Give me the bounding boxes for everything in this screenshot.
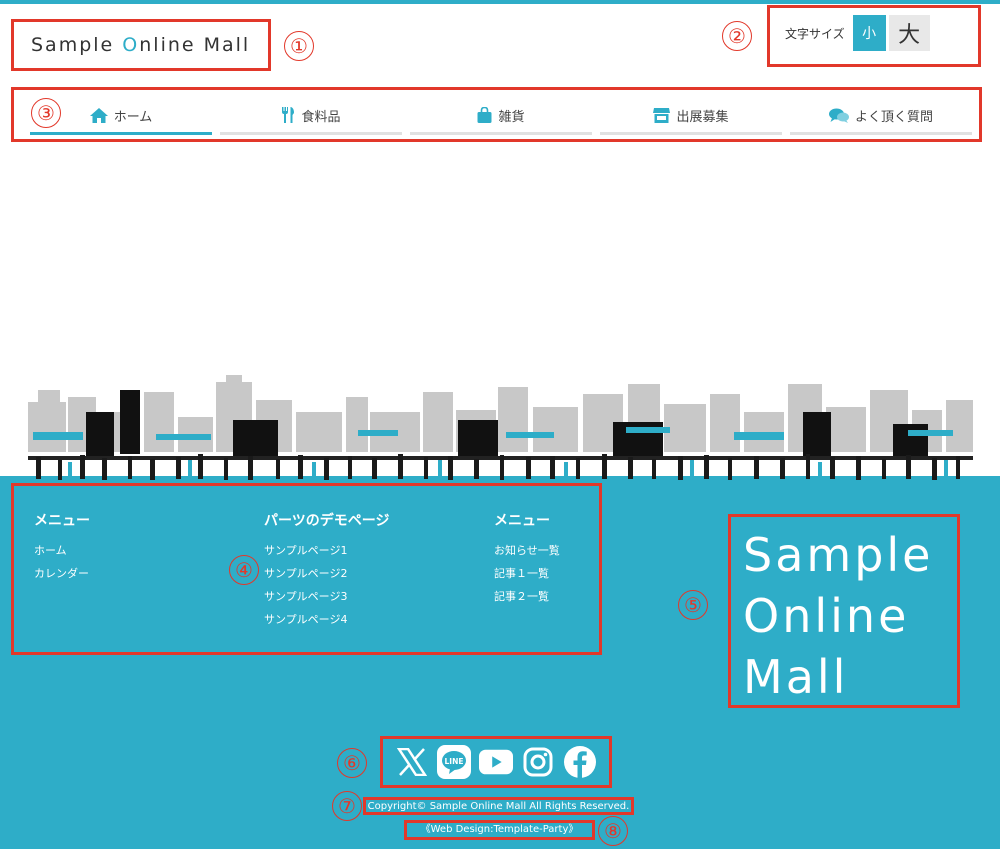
bag-icon	[477, 107, 492, 123]
fork-knife-icon	[282, 107, 295, 123]
annotation-marker-6: ⑥	[337, 748, 367, 778]
annotation-marker-5: ⑤	[678, 590, 708, 620]
instagram-icon[interactable]	[521, 745, 555, 779]
site-logo[interactable]: Sample Online Mall	[11, 19, 271, 71]
copyright-text: Copyright© Sample Online Mall All Rights…	[367, 801, 630, 812]
font-size-small-button[interactable]: 小	[852, 15, 886, 51]
annotation-marker-3: ③	[31, 98, 61, 128]
footer-link-sample-4[interactable]: サンプルページ4	[264, 613, 389, 626]
footer-link-home[interactable]: ホーム	[34, 544, 90, 557]
nav-label: よく頂く質問	[854, 109, 933, 125]
shop-icon	[653, 107, 671, 123]
footer-link-news[interactable]: お知らせ一覧	[494, 544, 560, 557]
annotation-marker-7: ⑦	[332, 791, 362, 821]
font-size-large-button[interactable]: 大	[888, 15, 930, 51]
footer-logo-text: Sample Online Mall	[743, 528, 934, 704]
sns-links: LINE	[380, 736, 612, 788]
footer-menu-column-2: パーツのデモページ サンプルページ1 サンプルページ2 サンプルページ3 サンプ…	[264, 510, 389, 636]
nav-item-food[interactable]: 食料品	[220, 98, 402, 135]
design-credit[interactable]: 《Web Design:Template-Party》	[404, 820, 595, 840]
x-icon[interactable]	[395, 745, 429, 779]
copyright: Copyright© Sample Online Mall All Rights…	[363, 797, 634, 815]
footer-link-calendar[interactable]: カレンダー	[34, 567, 90, 580]
font-size-switcher: 文字サイズ 小 大	[767, 5, 981, 67]
nav-label: 雑貨	[498, 109, 525, 125]
annotation-marker-2: ②	[722, 21, 752, 51]
design-credit-text: 《Web Design:Template-Party》	[420, 824, 579, 835]
footer-link-sample-1[interactable]: サンプルページ1	[264, 544, 389, 557]
nav-item-exhibit[interactable]: 出展募集	[600, 98, 782, 135]
footer-link-sample-2[interactable]: サンプルページ2	[264, 567, 389, 580]
line-icon-text: LINE	[445, 757, 464, 766]
facebook-icon[interactable]	[563, 745, 597, 779]
footer-link-sample-3[interactable]: サンプルページ3	[264, 590, 389, 603]
footer-link-article-2[interactable]: 記事２一覧	[494, 590, 560, 603]
nav-label: ホーム	[113, 109, 153, 125]
home-icon	[89, 107, 108, 123]
chat-icon	[828, 108, 849, 123]
footer-menu-column-3: メニュー お知らせ一覧 記事１一覧 記事２一覧	[494, 510, 560, 613]
footer-link-article-1[interactable]: 記事１一覧	[494, 567, 560, 580]
nav-item-faq[interactable]: よく頂く質問	[790, 98, 972, 135]
main-navigation: ホーム 食料品 雑貨 出展募集 よく頂く質問	[11, 87, 982, 142]
youtube-icon[interactable]	[479, 745, 513, 779]
footer-menu-column-1: メニュー ホーム カレンダー	[34, 510, 90, 590]
annotation-marker-1: ①	[284, 31, 314, 61]
top-accent-bar	[0, 0, 1000, 4]
footer-logo[interactable]: Sample Online Mall	[728, 514, 960, 708]
nav-label: 食料品	[301, 109, 341, 125]
footer-menu-title: メニュー	[34, 513, 90, 529]
annotation-marker-4: ④	[229, 555, 259, 585]
font-size-label: 文字サイズ	[785, 26, 845, 41]
footer-menu-title: メニュー	[494, 513, 550, 529]
annotation-marker-8: ⑧	[598, 816, 628, 846]
footer-menu-title: パーツのデモページ	[264, 513, 390, 529]
nav-label: 出展募集	[676, 109, 729, 125]
nav-item-goods[interactable]: 雑貨	[410, 98, 592, 135]
logo-text: Sample Online Mall	[31, 34, 251, 56]
line-icon[interactable]: LINE	[437, 745, 471, 779]
city-illustration	[28, 375, 973, 480]
footer-menus: メニュー ホーム カレンダー パーツのデモページ サンプルページ1 サンプルペー…	[11, 483, 602, 655]
